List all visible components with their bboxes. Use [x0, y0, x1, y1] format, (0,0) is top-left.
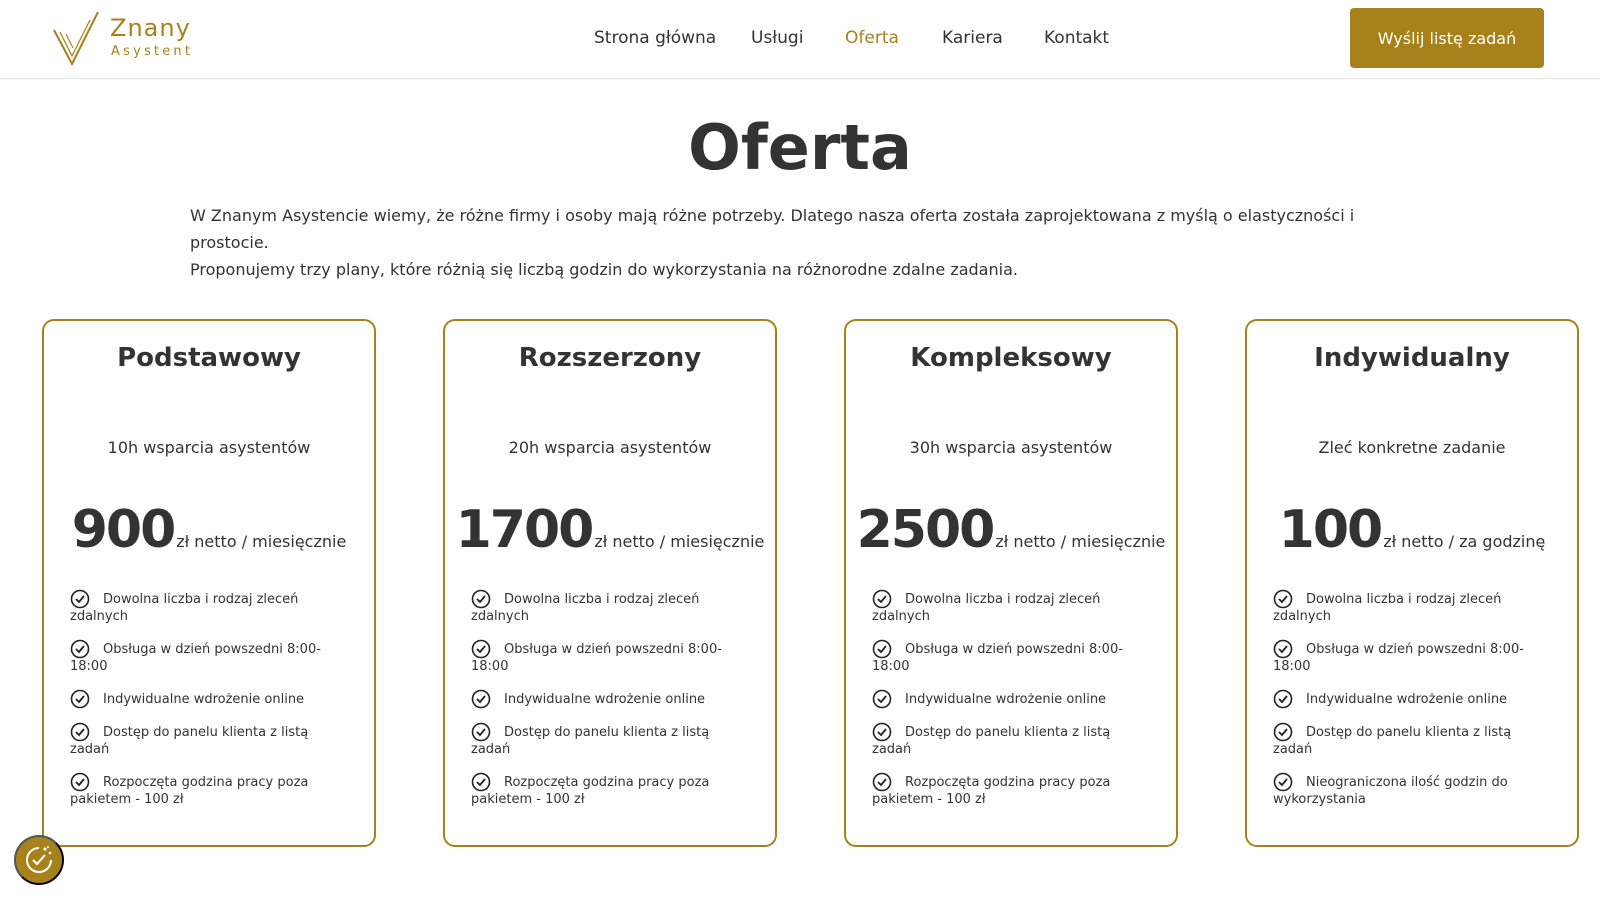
check-circle-icon	[1273, 589, 1293, 609]
plan-card-complex: Kompleksowy 30h wsparcia asystentów 2500…	[844, 319, 1178, 847]
check-circle-icon	[471, 722, 491, 742]
intro-line-1: W Znanym Asystencie wiemy, że różne firm…	[190, 206, 1355, 252]
nav-item-home[interactable]: Strona główna	[594, 26, 716, 50]
plan-price: 1700	[455, 500, 595, 560]
plan-price-unit: zł netto / miesięcznie	[594, 532, 765, 551]
feature-item: Nieograniczona ilość godzin do wykorzyst…	[1273, 772, 1535, 808]
plan-price: 2500	[856, 500, 996, 560]
feature-item: Dostęp do panelu klienta z listą zadań	[471, 722, 733, 758]
plan-price-unit: zł netto / miesięcznie	[176, 532, 347, 551]
checkmark-logo-icon	[53, 11, 99, 67]
plan-features: Dowolna liczba i rodzaj zleceń zdalnych …	[1273, 589, 1535, 824]
plan-hours: Zleć konkretne zadanie	[1318, 438, 1506, 457]
feature-item: Dostęp do panelu klienta z listą zadań	[70, 722, 332, 758]
check-circle-icon	[1273, 772, 1293, 792]
feature-item: Indywidualne wdrożenie online	[872, 689, 1134, 709]
plan-price-row: 2500 zł netto / miesięcznie	[846, 499, 1176, 561]
check-circle-icon	[70, 639, 90, 659]
plan-price: 900	[71, 500, 177, 560]
feature-item: Dowolna liczba i rodzaj zleceń zdalnych	[471, 589, 733, 625]
check-circle-icon	[471, 589, 491, 609]
feature-item: Obsługa w dzień powszedni 8:00-18:00	[471, 639, 733, 675]
check-circle-icon	[1273, 639, 1293, 659]
plan-card-individual: Indywidualny Zleć konkretne zadanie 100 …	[1245, 319, 1579, 847]
send-task-list-button[interactable]: Wyślij listę zadań	[1350, 8, 1544, 68]
plan-name: Podstawowy	[117, 343, 301, 373]
logo-subtitle: Asystent	[111, 44, 194, 59]
plan-price-unit: zł netto / za godzinę	[1383, 532, 1546, 551]
feature-item: Dowolna liczba i rodzaj zleceń zdalnych	[872, 589, 1134, 625]
check-circle-icon	[70, 689, 90, 709]
check-circle-icon	[70, 772, 90, 792]
intro-text: W Znanym Asystencie wiemy, że różne firm…	[190, 202, 1430, 283]
feature-item: Dostęp do panelu klienta z listą zadań	[1273, 722, 1535, 758]
check-circle-icon	[471, 689, 491, 709]
check-circle-icon	[872, 589, 892, 609]
plan-price: 100	[1278, 500, 1384, 560]
feature-item: Indywidualne wdrożenie online	[1273, 689, 1535, 709]
nav-item-contact[interactable]: Kontakt	[1044, 26, 1109, 50]
feature-item: Obsługa w dzień powszedni 8:00-18:00	[70, 639, 332, 675]
plan-price-row: 900 zł netto / miesięcznie	[44, 499, 374, 561]
plan-name: Indywidualny	[1314, 343, 1510, 373]
check-circle-icon	[471, 639, 491, 659]
page-title: Oferta	[688, 111, 912, 184]
feature-item: Indywidualne wdrożenie online	[471, 689, 733, 709]
plan-features: Dowolna liczba i rodzaj zleceń zdalnych …	[70, 589, 332, 824]
plan-features: Dowolna liczba i rodzaj zleceń zdalnych …	[471, 589, 733, 824]
feature-item: Obsługa w dzień powszedni 8:00-18:00	[1273, 639, 1535, 675]
check-circle-icon	[872, 772, 892, 792]
nav-item-offer[interactable]: Oferta	[845, 26, 899, 50]
feature-item: Dowolna liczba i rodzaj zleceń zdalnych	[70, 589, 332, 625]
nav-item-services[interactable]: Usługi	[751, 26, 803, 50]
check-circle-icon	[70, 722, 90, 742]
plan-card-extended: Rozszerzony 20h wsparcia asystentów 1700…	[443, 319, 777, 847]
plan-name: Kompleksowy	[910, 343, 1112, 373]
feature-item: Dowolna liczba i rodzaj zleceń zdalnych	[1273, 589, 1535, 625]
feature-item: Rozpoczęta godzina pracy poza pakietem -…	[872, 772, 1134, 808]
check-circle-icon	[872, 689, 892, 709]
check-circle-icon	[1273, 689, 1293, 709]
logo-link[interactable]: Znany Asystent	[52, 10, 212, 68]
logo-name: Znany	[110, 14, 191, 42]
cookie-consent-button[interactable]	[14, 835, 64, 885]
site-header: Znany Asystent Strona główna Usługi Ofer…	[0, 0, 1600, 79]
plan-price-row: 100 zł netto / za godzinę	[1247, 499, 1577, 561]
cookie-consent-icon	[26, 846, 52, 873]
plan-card-basic: Podstawowy 10h wsparcia asystentów 900 z…	[42, 319, 376, 847]
check-circle-icon	[1273, 722, 1293, 742]
plan-hours: 10h wsparcia asystentów	[107, 438, 311, 457]
check-circle-icon	[872, 639, 892, 659]
intro-line-2: Proponujemy trzy plany, które różnią się…	[190, 260, 1018, 279]
feature-item: Rozpoczęta godzina pracy poza pakietem -…	[70, 772, 332, 808]
plan-features: Dowolna liczba i rodzaj zleceń zdalnych …	[872, 589, 1134, 824]
feature-item: Dostęp do panelu klienta z listą zadań	[872, 722, 1134, 758]
plan-price-unit: zł netto / miesięcznie	[995, 532, 1166, 551]
feature-item: Indywidualne wdrożenie online	[70, 689, 332, 709]
feature-item: Obsługa w dzień powszedni 8:00-18:00	[872, 639, 1134, 675]
plan-hours: 30h wsparcia asystentów	[909, 438, 1113, 457]
nav-item-career[interactable]: Kariera	[942, 26, 1003, 50]
plan-price-row: 1700 zł netto / miesięcznie	[445, 499, 775, 561]
check-circle-icon	[872, 722, 892, 742]
feature-item: Rozpoczęta godzina pracy poza pakietem -…	[471, 772, 733, 808]
plan-hours: 20h wsparcia asystentów	[508, 438, 712, 457]
plan-name: Rozszerzony	[518, 343, 702, 373]
check-circle-icon	[471, 772, 491, 792]
check-circle-icon	[70, 589, 90, 609]
